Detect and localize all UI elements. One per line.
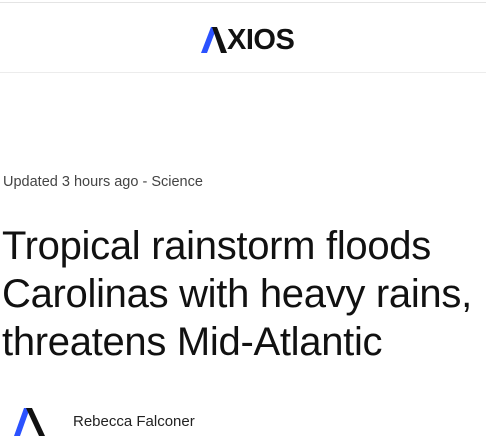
article-meta: Updated 3 hours ago - Science	[3, 174, 203, 190]
site-header: XIOS	[0, 3, 486, 73]
author-name[interactable]: Rebecca Falconer	[73, 413, 195, 430]
meta-separator: -	[138, 174, 152, 190]
logo-wordmark: XIOS	[227, 23, 295, 56]
axios-logo[interactable]: XIOS	[201, 24, 301, 56]
author-avatar-icon[interactable]	[12, 406, 48, 438]
byline: Rebecca Falconer	[0, 400, 486, 439]
axios-a-icon	[201, 27, 227, 53]
category-link[interactable]: Science	[151, 174, 203, 190]
page: XIOS Updated 3 hours ago - Science Tropi…	[0, 0, 486, 439]
article-headline: Tropical rainstorm floods Carolinas with…	[2, 224, 472, 364]
updated-time: Updated 3 hours ago	[3, 174, 139, 190]
